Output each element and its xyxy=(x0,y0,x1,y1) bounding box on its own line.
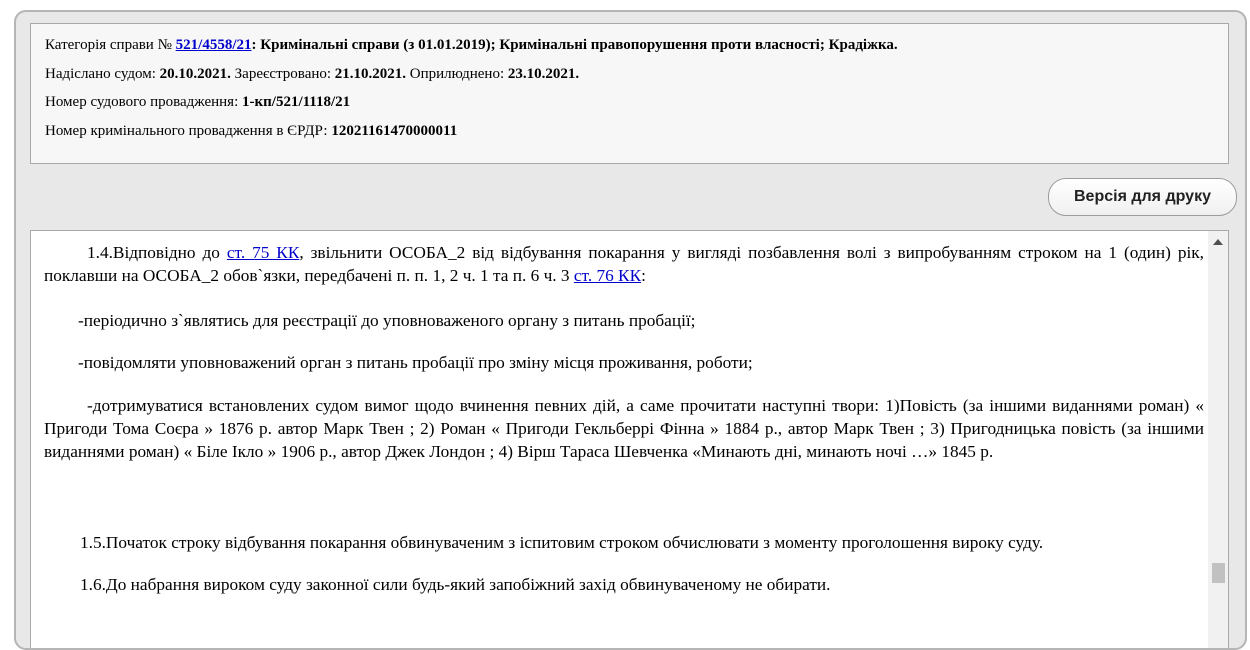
court-proceeding-label: Номер судового провадження: xyxy=(45,94,242,110)
print-version-button[interactable]: Версія для друку xyxy=(1048,178,1237,216)
paragraph-1-6: 1.6.До набрання вироком суду законної си… xyxy=(80,575,831,594)
court-proceeding-line: Номер судового провадження: 1-кп/521/111… xyxy=(45,94,1228,123)
registered-label: Зареєстровано: xyxy=(230,65,335,82)
paragraph-duty-1: -періодично з`являтись для реєстрації до… xyxy=(78,311,696,330)
case-dates-line: Надіслано судом: 20.10.2021. Зареєстрова… xyxy=(45,66,1228,95)
registered-date: 21.10.2021. xyxy=(334,65,407,82)
paragraph-duty-2: -повідомляти уповноважений орган з питан… xyxy=(78,353,753,372)
document-frame: Категорія справи № 521/4558/21: Кримінал… xyxy=(14,10,1247,650)
court-proceeding-number: 1-кп/521/1118/21 xyxy=(242,94,351,110)
case-category-line: Категорія справи № 521/4558/21: Кримінал… xyxy=(45,37,1228,66)
sent-date: 20.10.2021. xyxy=(159,65,231,82)
paragraph-text: 1.4.Відповідно до xyxy=(87,243,227,262)
published-label: Оприлюднено: xyxy=(406,65,508,82)
case-category-label: Категорія справи № xyxy=(45,37,176,53)
case-info-panel: Категорія справи № 521/4558/21: Кримінал… xyxy=(30,23,1229,164)
sent-label: Надіслано судом: xyxy=(45,65,160,82)
paragraph-1-5: 1.5.Початок строку відбування покарання … xyxy=(80,533,1044,552)
vertical-scrollbar[interactable] xyxy=(1208,231,1228,648)
paragraph-1-4: 1.4.Відповідно до ст. 75 КК, звільнити О… xyxy=(44,241,1204,287)
paragraph-text: : xyxy=(641,266,646,285)
published-date: 23.10.2021. xyxy=(507,65,580,82)
case-category-value: : Кримінальні справи (з 01.01.2019); Кри… xyxy=(251,37,898,53)
article-76-link[interactable]: ст. 76 КК xyxy=(574,266,641,285)
criminal-proceeding-line: Номер кримінального провадження в ЄРДР: … xyxy=(45,123,1228,152)
document-content: 1.4.Відповідно до ст. 75 КК, звільнити О… xyxy=(44,241,1204,596)
case-number-link[interactable]: 521/4558/21 xyxy=(176,37,252,53)
document-text-area[interactable]: 1.4.Відповідно до ст. 75 КК, звільнити О… xyxy=(30,230,1229,648)
paragraph-duty-3: -дотримуватися встановлених судом вимог … xyxy=(44,396,1204,461)
article-75-link[interactable]: ст. 75 КК xyxy=(227,243,299,262)
scroll-thumb[interactable] xyxy=(1212,563,1225,583)
criminal-proceeding-number: 12021161470000011 xyxy=(331,122,458,139)
criminal-proceeding-label: Номер кримінального провадження в ЄРДР: xyxy=(45,122,332,139)
scroll-up-icon[interactable] xyxy=(1213,239,1223,245)
